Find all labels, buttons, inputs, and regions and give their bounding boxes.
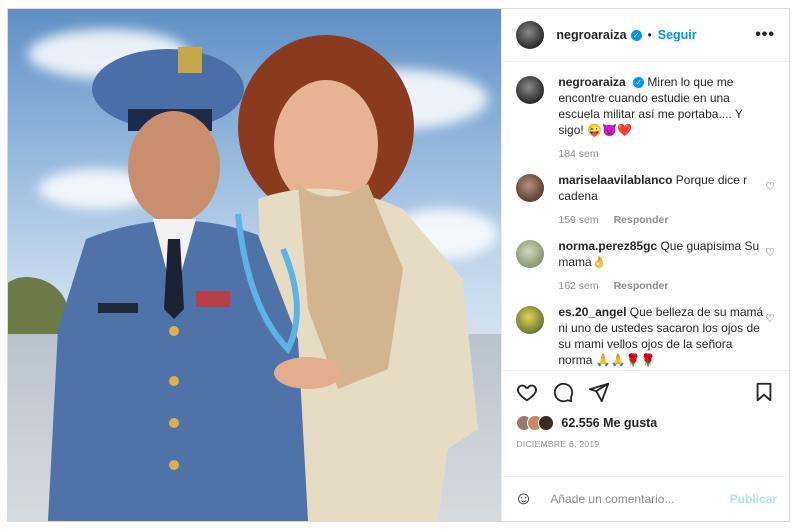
comment-text: es.20_angel Que belleza de su mamá ni un… — [558, 304, 763, 368]
post-side-panel: negroaraiza ✓ • Seguir ••• negroaraiza ✓… — [501, 9, 789, 521]
comment-item: mariselaavilablanco Porque dice r cadena… — [516, 172, 775, 226]
comment-text: mariselaavilablanco Porque dice r cadena — [558, 172, 763, 204]
post-photo[interactable] — [8, 9, 502, 521]
likes-count[interactable]: 62.556 Me gusta — [561, 416, 657, 430]
comment-meta: 162 sem Responder — [558, 280, 763, 292]
post-actions: 62.556 Me gusta DICIEMBRE 6, 2019 — [502, 370, 789, 476]
emoji-icon[interactable]: ☺ — [514, 488, 536, 510]
post-header: negroaraiza ✓ • Seguir ••• — [502, 9, 789, 62]
follow-button[interactable]: Seguir — [658, 28, 697, 42]
like-comment-heart-icon[interactable]: ♡ — [765, 246, 775, 259]
comment-item: es.20_angel Que belleza de su mamá ni un… — [516, 304, 775, 368]
comment-item: norma.perez85gc Que guapisima Su mama👌 1… — [516, 238, 775, 292]
caption-username[interactable]: negroaraiza — [558, 75, 625, 89]
separator-dot: • — [647, 28, 652, 42]
author-avatar[interactable] — [516, 21, 545, 49]
commenter-avatar[interactable] — [516, 240, 545, 268]
comments-list: negroaraiza ✓ Miren lo que me encontre c… — [502, 62, 789, 370]
post-date: DICIEMBRE 6, 2019 — [516, 439, 600, 449]
like-comment-heart-icon[interactable]: ♡ — [765, 312, 775, 325]
reply-button[interactable]: Responder — [614, 280, 669, 292]
commenter-username[interactable]: mariselaavilablanco — [558, 173, 672, 187]
comment-meta: 159 sem Responder — [558, 214, 763, 226]
instagram-post: negroaraiza ✓ • Seguir ••• negroaraiza ✓… — [7, 8, 790, 522]
photo-people — [48, 35, 478, 521]
comment-time: 162 sem — [558, 280, 599, 292]
bookmark-icon[interactable] — [753, 381, 775, 403]
more-icon[interactable]: ••• — [755, 26, 775, 44]
caption-meta: 184 sem — [558, 148, 763, 160]
comment-input[interactable] — [548, 491, 730, 507]
commenter-username[interactable]: norma.perez85gc — [558, 239, 657, 253]
caption-avatar[interactable] — [516, 76, 545, 104]
action-icons — [516, 381, 775, 403]
verified-icon: ✓ — [633, 77, 645, 88]
commenter-avatar[interactable] — [516, 306, 545, 334]
caption-time: 184 sem — [558, 148, 599, 160]
caption-text: negroaraiza ✓ Miren lo que me encontre c… — [558, 74, 763, 138]
author-username[interactable]: negroaraiza — [556, 28, 626, 42]
add-comment-bar: ☺ Publicar — [502, 476, 789, 521]
comment-time: 159 sem — [558, 214, 599, 226]
comment-text: norma.perez85gc Que guapisima Su mama👌 — [558, 238, 763, 270]
comment-icon[interactable] — [552, 381, 574, 403]
publish-button[interactable]: Publicar — [730, 492, 777, 506]
commenter-avatar[interactable] — [516, 174, 545, 202]
verified-icon: ✓ — [630, 29, 642, 41]
reply-button[interactable]: Responder — [614, 214, 669, 226]
likes-row[interactable]: 62.556 Me gusta — [516, 415, 775, 431]
share-icon[interactable] — [588, 381, 610, 403]
caption: negroaraiza ✓ Miren lo que me encontre c… — [516, 74, 775, 160]
like-comment-heart-icon[interactable]: ♡ — [765, 180, 775, 193]
heart-icon[interactable] — [516, 381, 538, 403]
commenter-username[interactable]: es.20_angel — [558, 305, 626, 319]
liker-avatar — [538, 415, 555, 431]
